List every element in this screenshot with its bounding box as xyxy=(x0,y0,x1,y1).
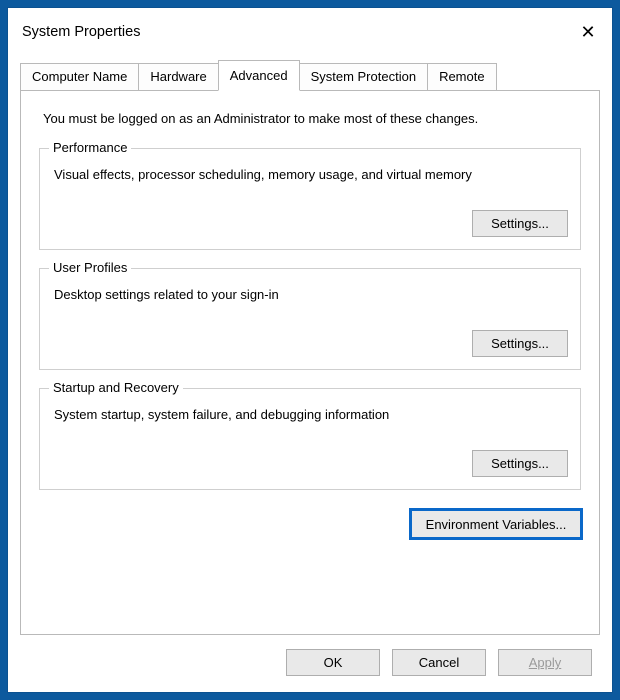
group-startup-recovery-desc: System startup, system failure, and debu… xyxy=(52,405,568,422)
cancel-button[interactable]: Cancel xyxy=(392,649,486,676)
admin-notice: You must be logged on as an Administrato… xyxy=(39,109,581,130)
startup-recovery-settings-button[interactable]: Settings... xyxy=(472,450,568,477)
tab-computer-name[interactable]: Computer Name xyxy=(20,63,139,91)
group-user-profiles-desc: Desktop settings related to your sign-in xyxy=(52,285,568,302)
tab-remote[interactable]: Remote xyxy=(427,63,497,91)
group-performance-legend: Performance xyxy=(49,140,131,155)
tab-system-protection[interactable]: System Protection xyxy=(299,63,429,91)
ok-button[interactable]: OK xyxy=(286,649,380,676)
tab-strip: Computer Name Hardware Advanced System P… xyxy=(20,60,600,91)
group-startup-recovery-legend: Startup and Recovery xyxy=(49,380,183,395)
group-user-profiles: User Profiles Desktop settings related t… xyxy=(39,268,581,370)
group-user-profiles-legend: User Profiles xyxy=(49,260,131,275)
content-area: Computer Name Hardware Advanced System P… xyxy=(8,52,612,692)
dialog-button-row: OK Cancel Apply xyxy=(20,635,600,680)
window-title: System Properties xyxy=(22,24,140,40)
environment-variables-button[interactable]: Environment Variables... xyxy=(411,510,581,538)
tab-advanced[interactable]: Advanced xyxy=(218,60,300,91)
performance-settings-button[interactable]: Settings... xyxy=(472,210,568,237)
close-icon[interactable]: ✕ xyxy=(578,23,598,41)
tab-hardware[interactable]: Hardware xyxy=(138,63,218,91)
environment-variables-row: Environment Variables... xyxy=(39,510,581,538)
tab-panel-advanced: You must be logged on as an Administrato… xyxy=(20,90,600,635)
system-properties-dialog: System Properties ✕ Computer Name Hardwa… xyxy=(8,8,612,692)
apply-button[interactable]: Apply xyxy=(498,649,592,676)
user-profiles-settings-button[interactable]: Settings... xyxy=(472,330,568,357)
group-performance: Performance Visual effects, processor sc… xyxy=(39,148,581,250)
group-startup-recovery: Startup and Recovery System startup, sys… xyxy=(39,388,581,490)
titlebar: System Properties ✕ xyxy=(8,8,612,52)
group-performance-desc: Visual effects, processor scheduling, me… xyxy=(52,165,568,182)
apply-button-label: Apply xyxy=(529,655,562,670)
